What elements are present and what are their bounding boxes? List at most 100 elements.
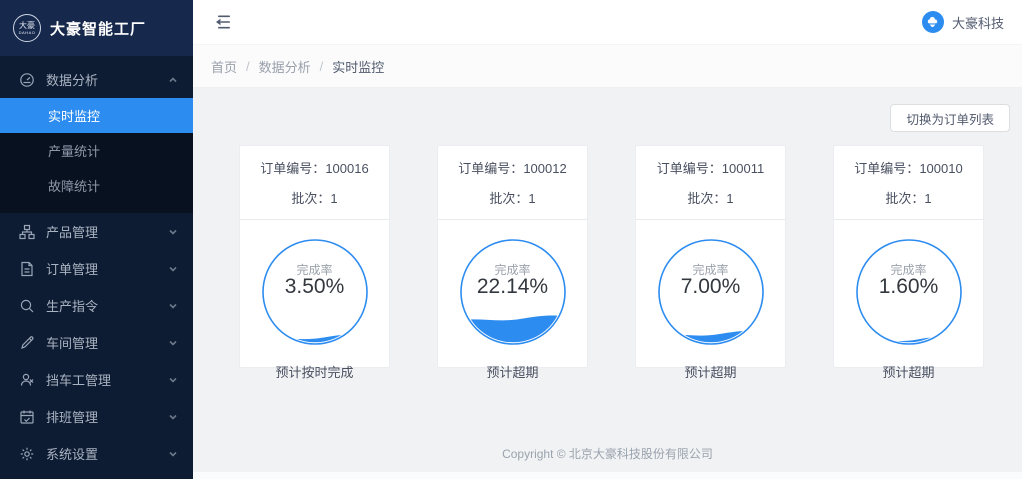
- order-label: 订单编号：: [260, 161, 325, 176]
- order-number: 订单编号：100011: [636, 158, 785, 177]
- document-icon: [19, 261, 35, 277]
- rate-value: 3.50%: [260, 275, 370, 299]
- submenu-item-label: 产量统计: [48, 141, 100, 160]
- chevron-down-icon: [167, 411, 179, 423]
- sidebar-item-label: 车间管理: [46, 333, 167, 352]
- sidebar-item-fault-statistics[interactable]: 故障统计: [0, 168, 193, 203]
- sidebar-item-label: 生产指令: [46, 296, 167, 315]
- sidebar-item-data-analysis[interactable]: 数据分析: [0, 61, 193, 98]
- submenu-data-analysis: 实时监控 产量统计 故障统计: [0, 98, 193, 213]
- logo-text-en: DAHAO: [19, 30, 36, 35]
- order-status: 预计超期: [636, 362, 785, 381]
- batch-value: 1: [330, 191, 337, 206]
- sidebar-item-production-instruction[interactable]: 生产指令: [0, 287, 193, 324]
- chevron-down-icon: [167, 374, 179, 386]
- dashboard-icon: [19, 72, 35, 88]
- user-name: 大豪科技: [952, 13, 1004, 32]
- submenu-item-label: 实时监控: [48, 106, 100, 125]
- horizontal-scrollbar[interactable]: [193, 472, 1022, 479]
- sidebar-item-label: 挡车工管理: [46, 370, 167, 389]
- order-label: 订单编号：: [854, 161, 919, 176]
- chevron-up-icon: [167, 74, 179, 86]
- sidebar: 大豪 DAHAO 大豪智能工厂 数据分析 实时监控 产量统计: [0, 0, 193, 479]
- batch-label: 批次：: [489, 191, 528, 206]
- order-label: 订单编号：: [458, 161, 523, 176]
- user-avatar: [922, 11, 944, 33]
- chevron-down-icon: [167, 337, 179, 349]
- breadcrumb: 首页 / 数据分析 / 实时监控: [193, 45, 1022, 88]
- sidebar-item-label: 产品管理: [46, 222, 167, 241]
- app-title: 大豪智能工厂: [50, 18, 146, 39]
- app-window: 大豪 DAHAO 大豪智能工厂 数据分析 实时监控 产量统计: [0, 0, 1022, 479]
- sidebar-item-workshop-management[interactable]: 车间管理: [0, 324, 193, 361]
- order-number: 订单编号：100012: [438, 158, 587, 177]
- sidebar-item-realtime-monitor[interactable]: 实时监控: [0, 98, 193, 133]
- rate-value: 1.60%: [854, 275, 964, 299]
- rate-value: 22.14%: [458, 275, 568, 299]
- batch-value: 1: [528, 191, 535, 206]
- switch-to-order-list-button[interactable]: 切换为订单列表: [890, 104, 1010, 132]
- chevron-down-icon: [167, 300, 179, 312]
- liquid-wave: [458, 315, 568, 347]
- sitemap-icon: [19, 224, 35, 240]
- sidebar-item-order-management[interactable]: 订单管理: [0, 250, 193, 287]
- sidebar-item-operator-management[interactable]: 挡车工管理: [0, 361, 193, 398]
- worker-icon: [19, 372, 35, 388]
- order-value: 100016: [325, 161, 368, 176]
- order-value: 100011: [722, 161, 764, 176]
- breadcrumb-current: 实时监控: [332, 57, 384, 76]
- breadcrumb-home[interactable]: 首页: [211, 57, 237, 76]
- order-value: 100012: [523, 161, 566, 176]
- calendar-icon: [19, 409, 35, 425]
- sidebar-logo: 大豪 DAHAO 大豪智能工厂: [0, 0, 193, 56]
- chevron-down-icon: [167, 263, 179, 275]
- order-number: 订单编号：100016: [240, 158, 389, 177]
- main-content: 切换为订单列表 订单编号：100016 批次：1 完成率 3.50%: [193, 88, 1022, 479]
- copyright-text: Copyright © 北京大豪科技股份有限公司: [193, 445, 1022, 462]
- batch-number: 批次：1: [240, 188, 389, 207]
- sidebar-item-product-management[interactable]: 产品管理: [0, 213, 193, 250]
- gear-icon: [19, 446, 35, 462]
- batch-label: 批次：: [885, 191, 924, 206]
- card-header: 订单编号：100011 批次：1: [636, 146, 785, 207]
- completion-gauge: 完成率 1.60%: [854, 237, 964, 347]
- search-icon: [19, 298, 35, 314]
- completion-gauge: 完成率 22.14%: [458, 237, 568, 347]
- sidebar-item-shift-management[interactable]: 排班管理: [0, 398, 193, 435]
- company-logo-icon: 大豪 DAHAO: [13, 14, 41, 42]
- card-divider: [834, 219, 983, 220]
- batch-label: 批次：: [291, 191, 330, 206]
- card-header: 订单编号：100010 批次：1: [834, 146, 983, 207]
- completion-gauge: 完成率 7.00%: [656, 237, 766, 347]
- chevron-down-icon: [167, 448, 179, 460]
- rate-value: 7.00%: [656, 275, 766, 299]
- card-divider: [438, 219, 587, 220]
- batch-value: 1: [726, 191, 733, 206]
- sidebar-item-system-settings[interactable]: 系统设置: [0, 435, 193, 472]
- sidebar-item-output-statistics[interactable]: 产量统计: [0, 133, 193, 168]
- chevron-down-icon: [167, 226, 179, 238]
- breadcrumb-separator: /: [246, 59, 250, 74]
- order-card: 订单编号：100010 批次：1 完成率 1.60% 预计超期: [833, 145, 984, 368]
- sidebar-item-label: 排班管理: [46, 407, 167, 426]
- order-status: 预计超期: [438, 362, 587, 381]
- card-header: 订单编号：100016 批次：1: [240, 146, 389, 207]
- order-label: 订单编号：: [657, 161, 722, 176]
- breadcrumb-data-analysis[interactable]: 数据分析: [259, 57, 311, 76]
- card-divider: [636, 219, 785, 220]
- batch-number: 批次：1: [636, 188, 785, 207]
- user-box[interactable]: 大豪科技: [922, 11, 1004, 33]
- batch-number: 批次：1: [834, 188, 983, 207]
- order-value: 100010: [919, 161, 962, 176]
- menu-fold-icon[interactable]: [211, 14, 231, 30]
- order-card: 订单编号：100016 批次：1 完成率 3.50% 预计按时完成: [239, 145, 390, 368]
- order-status: 预计按时完成: [240, 362, 389, 381]
- card-divider: [240, 219, 389, 220]
- topbar: 大豪科技: [193, 0, 1022, 45]
- batch-label: 批次：: [687, 191, 726, 206]
- order-status: 预计超期: [834, 362, 983, 381]
- order-cards-row: 订单编号：100016 批次：1 完成率 3.50% 预计按时完成: [239, 145, 984, 368]
- completion-gauge: 完成率 3.50%: [260, 237, 370, 347]
- sidebar-menu: 数据分析 实时监控 产量统计 故障统计: [0, 56, 193, 472]
- order-card: 订单编号：100012 批次：1 完成率 22.14% 预计超期: [437, 145, 588, 368]
